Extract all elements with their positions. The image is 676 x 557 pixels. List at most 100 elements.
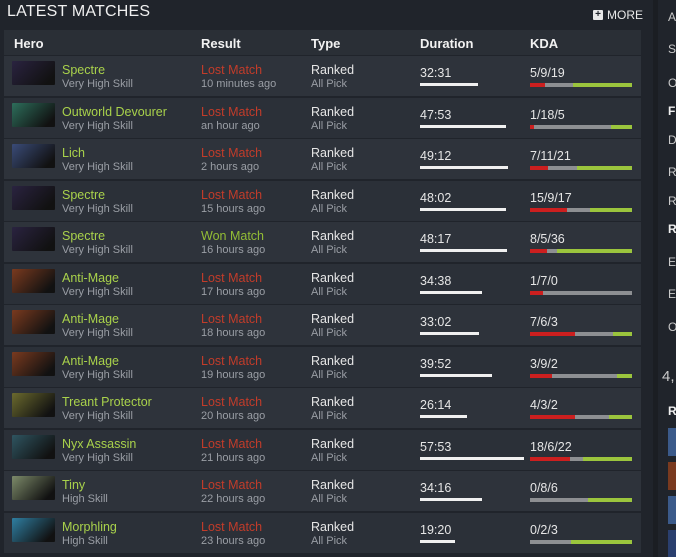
match-row[interactable]: Anti-Mage Very High Skill Lost Match 17 hou… [4, 263, 641, 304]
sidebar-fragment: 4, [662, 368, 675, 385]
match-row[interactable]: Anti-Mage Very High Skill Lost Match 18 hou… [4, 305, 641, 346]
match-type: Ranked [311, 63, 355, 77]
match-result[interactable]: Lost Match [201, 146, 262, 160]
column-kda[interactable]: KDA [530, 36, 558, 51]
hero-name[interactable]: Spectre [62, 229, 105, 243]
match-row[interactable]: Spectre Very High Skill Won Match 16 hours … [4, 222, 641, 263]
skill-level: Very High Skill [62, 161, 133, 174]
match-row[interactable]: Morphling High Skill Lost Match 23 hours ag… [4, 513, 641, 554]
match-result[interactable]: Lost Match [201, 271, 262, 285]
match-result[interactable]: Lost Match [201, 63, 262, 77]
hero-name[interactable]: Anti-Mage [62, 354, 119, 368]
column-duration[interactable]: Duration [420, 36, 473, 51]
hero-name[interactable]: Spectre [62, 63, 105, 77]
sidebar-fragment: E [668, 255, 676, 269]
match-time: 18 hours ago [201, 327, 266, 340]
match-duration: 33:02 [420, 315, 452, 330]
match-result[interactable]: Lost Match [201, 105, 262, 119]
deaths-segment [542, 290, 632, 295]
assists-segment [609, 415, 632, 420]
sidebar-fragment: O [668, 76, 676, 90]
sidebar-fragment: O [668, 320, 676, 334]
column-type[interactable]: Type [311, 36, 340, 51]
hero-portrait[interactable] [12, 476, 55, 501]
match-result[interactable]: Lost Match [201, 312, 262, 326]
match-duration: 48:02 [420, 190, 452, 205]
sidebar-fragment: R [668, 165, 676, 179]
kda-value: 4/3/2 [530, 398, 558, 413]
skill-level: Very High Skill [62, 368, 133, 381]
kda-value: 3/9/2 [530, 356, 558, 371]
column-result[interactable]: Result [201, 36, 241, 51]
match-result[interactable]: Lost Match [201, 395, 262, 409]
hero-portrait[interactable] [12, 310, 55, 335]
match-result[interactable]: Won Match [201, 229, 264, 243]
hero-name[interactable]: Tiny [62, 478, 85, 492]
match-row[interactable]: Treant Protector Very High Skill Lost Matc… [4, 388, 641, 429]
skill-level: Very High Skill [62, 451, 133, 464]
kda-bar [530, 83, 632, 87]
hero-portrait[interactable] [12, 227, 55, 252]
sidebar-fragment: E [668, 287, 676, 301]
hero-name[interactable]: Lich [62, 146, 85, 160]
more-button[interactable]: + MORE [593, 8, 643, 22]
sidebar-thumbnail[interactable] [668, 428, 676, 456]
sidebar-fragment: F [668, 104, 676, 118]
match-row[interactable]: Tiny High Skill Lost Match 22 hours ago Rank… [4, 471, 641, 512]
hero-name[interactable]: Outworld Devourer [62, 105, 167, 119]
hero-portrait[interactable] [12, 268, 55, 293]
kda-bar [530, 373, 632, 378]
hero-portrait[interactable] [12, 144, 55, 169]
duration-bar [420, 166, 508, 170]
kda-value: 7/11/21 [530, 149, 571, 164]
hero-portrait[interactable] [12, 102, 55, 127]
match-result[interactable]: Lost Match [201, 478, 262, 492]
kills-segment [530, 290, 543, 295]
match-row[interactable]: Outworld Devourer Very High Skill Lost Mat… [4, 97, 641, 138]
game-mode: All Pick [311, 535, 348, 548]
match-row[interactable]: Anti-Mage Very High Skill Lost Match 19 hou… [4, 346, 641, 387]
hero-portrait[interactable] [12, 61, 55, 85]
match-result[interactable]: Lost Match [201, 354, 262, 368]
sidebar-fragment: S [668, 42, 676, 56]
match-result[interactable]: Lost Match [201, 437, 262, 451]
assists-segment [612, 332, 632, 337]
hero-name[interactable]: Anti-Mage [62, 312, 119, 326]
match-type: Ranked [311, 146, 355, 161]
skill-level: Very High Skill [62, 285, 133, 298]
match-row[interactable]: Nyx Assassin Very High Skill Lost Match 21 … [4, 429, 641, 470]
game-mode: All Pick [311, 493, 348, 506]
hero-portrait[interactable] [12, 518, 55, 543]
hero-name[interactable]: Anti-Mage [62, 271, 119, 285]
sidebar-thumbnail[interactable] [668, 496, 676, 524]
match-row[interactable]: Spectre Very High Skill Lost Match 10 minut… [4, 56, 641, 96]
hero-portrait[interactable] [12, 434, 55, 459]
sidebar-thumbnail[interactable] [668, 530, 676, 557]
hero-portrait[interactable] [12, 185, 55, 210]
match-duration: 47:53 [420, 107, 452, 122]
skill-level: Very High Skill [62, 410, 133, 423]
hero-name[interactable]: Nyx Assassin [62, 437, 136, 451]
hero-name[interactable]: Morphling [62, 520, 117, 534]
hero-name[interactable]: Spectre [62, 188, 105, 202]
match-result[interactable]: Lost Match [201, 520, 262, 534]
match-result[interactable]: Lost Match [201, 188, 262, 202]
match-row[interactable]: Lich Very High Skill Lost Match 2 hours ago… [4, 139, 641, 180]
assists-segment [617, 373, 632, 378]
hero-portrait[interactable] [12, 351, 55, 376]
hero-name[interactable]: Treant Protector [62, 395, 152, 409]
column-hero[interactable]: Hero [14, 36, 44, 51]
sidebar-thumbnail[interactable] [668, 462, 676, 490]
game-mode: All Pick [311, 327, 348, 340]
match-row[interactable]: Spectre Very High Skill Lost Match 15 hours… [4, 180, 641, 221]
game-mode: All Pick [311, 285, 348, 298]
kda-bar [530, 456, 632, 461]
deaths-segment [575, 415, 610, 420]
duration-bar [420, 540, 455, 544]
match-time: 20 hours ago [201, 410, 266, 423]
game-mode: All Pick [311, 202, 348, 215]
duration-bar [420, 290, 482, 294]
duration-bar [420, 124, 506, 128]
hero-portrait[interactable] [12, 393, 55, 418]
match-type: Ranked [311, 353, 355, 368]
